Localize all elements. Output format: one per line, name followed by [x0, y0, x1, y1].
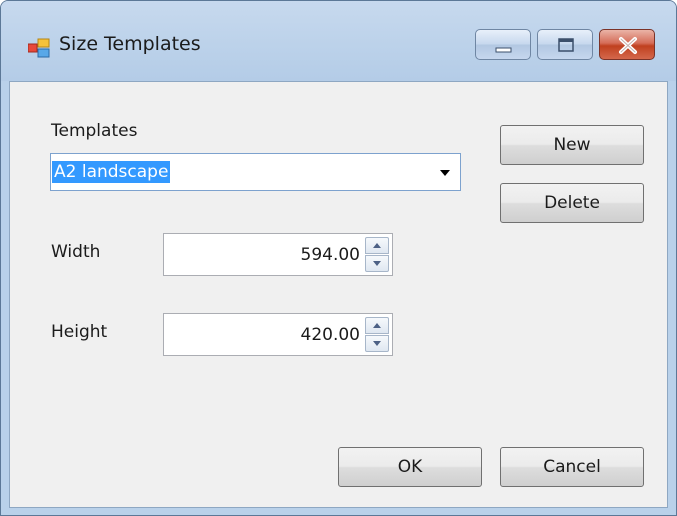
ok-button[interactable]: OK — [338, 447, 482, 487]
size-templates-window: Size Templates Templates A2 landscape Wi… — [0, 0, 677, 516]
chevron-down-icon[interactable] — [440, 170, 450, 176]
maximize-button[interactable] — [537, 29, 593, 60]
minimize-button[interactable] — [475, 29, 531, 60]
templates-label: Templates — [51, 121, 138, 141]
window-title: Size Templates — [59, 33, 201, 55]
width-spinner[interactable]: 594.00 — [163, 233, 393, 276]
width-spin-down-button[interactable] — [365, 255, 389, 272]
maximize-icon — [558, 38, 574, 52]
new-button[interactable]: New — [500, 125, 644, 165]
application-window-icon — [28, 38, 50, 58]
templates-selected-value: A2 landscape — [52, 161, 171, 183]
height-spin-up-button[interactable] — [365, 317, 389, 334]
height-value[interactable]: 420.00 — [301, 325, 360, 345]
dialog-content: Templates A2 landscape Width 594.00 Heig… — [9, 81, 668, 508]
width-spin-buttons — [365, 237, 389, 272]
width-value[interactable]: 594.00 — [301, 245, 360, 265]
close-icon — [619, 37, 637, 54]
width-label: Width — [51, 242, 101, 262]
close-button[interactable] — [599, 29, 655, 60]
cancel-button[interactable]: Cancel — [500, 447, 644, 487]
width-spin-up-button[interactable] — [365, 237, 389, 254]
minimize-icon — [495, 47, 512, 53]
height-label: Height — [51, 322, 108, 342]
height-spin-buttons — [365, 317, 389, 352]
templates-combobox[interactable]: A2 landscape — [50, 153, 461, 191]
delete-button[interactable]: Delete — [500, 183, 644, 223]
height-spinner[interactable]: 420.00 — [163, 313, 393, 356]
title-bar[interactable]: Size Templates — [1, 1, 676, 81]
height-spin-down-button[interactable] — [365, 335, 389, 352]
